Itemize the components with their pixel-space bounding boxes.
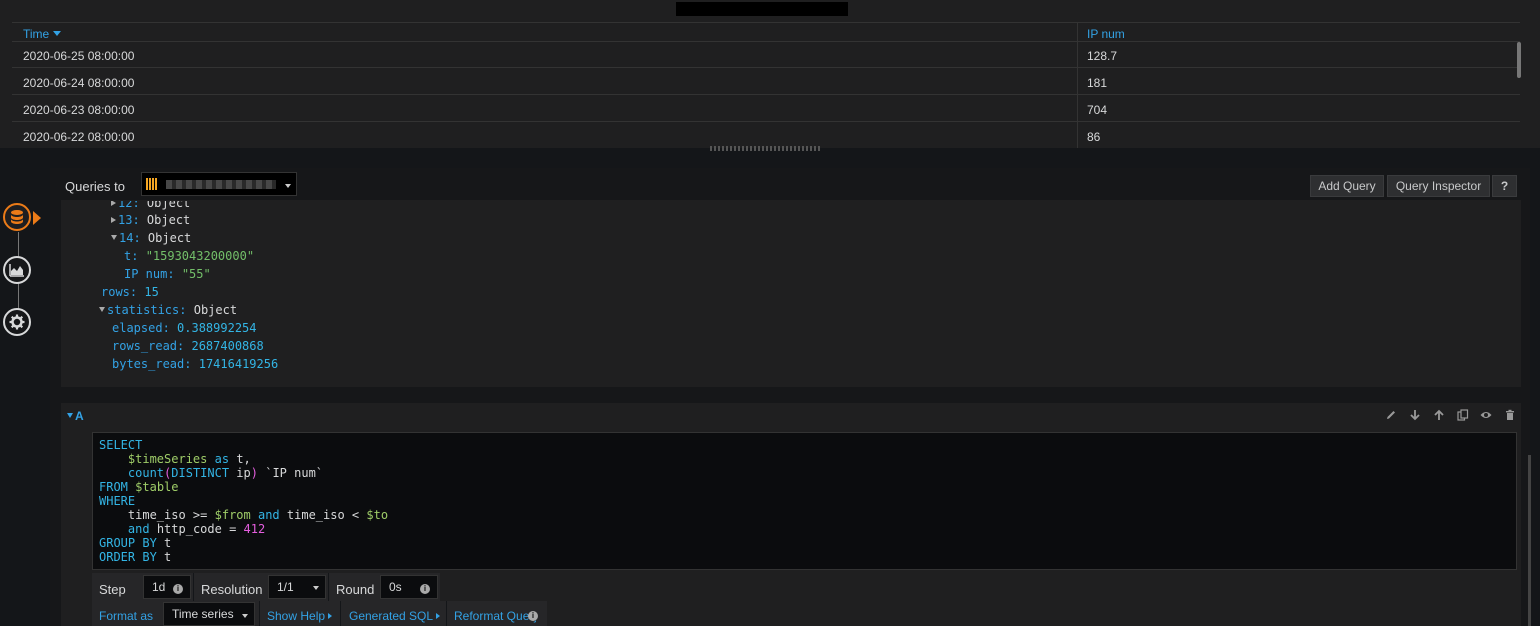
nav-visualization[interactable] bbox=[3, 256, 31, 284]
json-node[interactable]: 14: Object bbox=[111, 231, 191, 245]
json-leaf: rows_read: 2687400868 bbox=[112, 339, 264, 353]
query-ref-id: A bbox=[75, 409, 84, 423]
arrow-down-icon[interactable] bbox=[1409, 409, 1421, 421]
generated-sql-button[interactable]: Generated SQL bbox=[349, 609, 441, 623]
nav-general[interactable] bbox=[3, 308, 31, 336]
divider bbox=[259, 601, 260, 626]
table-scrollbar[interactable] bbox=[1517, 42, 1521, 78]
help-button[interactable]: ? bbox=[1492, 175, 1517, 197]
add-query-button[interactable]: Add Query bbox=[1310, 175, 1384, 197]
queries-to-label: Queries to bbox=[65, 179, 125, 194]
sql-code-editor[interactable] bbox=[92, 432, 1517, 570]
pencil-icon[interactable] bbox=[1385, 409, 1397, 421]
column-header-time-label: Time bbox=[23, 27, 50, 41]
code-line: GROUP BY t bbox=[99, 536, 172, 550]
generated-sql-label: Generated SQL bbox=[349, 609, 434, 623]
gear-icon bbox=[9, 314, 25, 330]
table-header: Time IP num bbox=[12, 22, 1520, 42]
divider bbox=[340, 601, 341, 626]
active-indicator bbox=[33, 211, 41, 225]
chevron-down-icon bbox=[242, 614, 248, 618]
cell-time: 2020-06-25 08:00:00 bbox=[23, 49, 135, 63]
chevron-down-icon bbox=[111, 235, 117, 240]
json-leaf: IP num: "55" bbox=[124, 267, 211, 281]
cell-ip-num: 86 bbox=[1087, 130, 1101, 144]
arrow-up-icon[interactable] bbox=[1433, 409, 1445, 421]
caret-right-icon bbox=[328, 613, 333, 619]
divider bbox=[328, 573, 329, 601]
code-line: and http_code = 412 bbox=[127, 522, 266, 536]
editor-scrollbar[interactable] bbox=[1528, 455, 1531, 626]
cell-time: 2020-06-23 08:00:00 bbox=[23, 103, 135, 117]
nav-queries[interactable] bbox=[3, 203, 31, 231]
reformat-query-button[interactable]: Reformat Query bbox=[454, 609, 536, 623]
table-row: 2020-06-25 08:00:00 128.7 bbox=[12, 41, 1520, 68]
cell-ip-num: 128.7 bbox=[1087, 49, 1118, 63]
table-row: 2020-06-22 08:00:00 86 bbox=[12, 122, 1520, 148]
query-inspector-json bbox=[61, 200, 1521, 387]
code-line: time_iso >= $from and time_iso < $to bbox=[127, 508, 389, 522]
info-icon[interactable]: i bbox=[528, 611, 538, 621]
format-as-label: Format as bbox=[99, 609, 154, 623]
step-label: Step bbox=[99, 582, 126, 597]
json-node[interactable]: 13: Object bbox=[111, 213, 190, 227]
json-leaf: t: "1593043200000" bbox=[124, 249, 255, 263]
show-help-button[interactable]: Show Help bbox=[267, 609, 333, 623]
trash-icon[interactable] bbox=[1504, 409, 1516, 421]
code-line: count(DISTINCT ip) `IP num` bbox=[127, 466, 324, 480]
info-icon[interactable]: i bbox=[420, 584, 430, 594]
cell-time: 2020-06-24 08:00:00 bbox=[23, 76, 135, 90]
chevron-right-icon bbox=[111, 217, 116, 223]
sort-desc-icon bbox=[53, 31, 62, 36]
code-line: SELECT bbox=[99, 438, 143, 452]
chevron-down-icon bbox=[285, 184, 291, 188]
json-leaf: elapsed: 0.388992254 bbox=[112, 321, 257, 335]
copy-icon[interactable] bbox=[1457, 409, 1469, 421]
chevron-down-icon bbox=[67, 413, 73, 418]
code-line: WHERE bbox=[99, 494, 136, 508]
column-header-ip-num[interactable]: IP num bbox=[1087, 27, 1125, 41]
panel-title-redacted bbox=[676, 2, 848, 16]
round-label: Round bbox=[336, 582, 375, 597]
eye-icon[interactable] bbox=[1480, 409, 1492, 421]
resolution-label: Resolution bbox=[201, 582, 263, 597]
cell-ip-num: 181 bbox=[1087, 76, 1108, 90]
area-chart-icon bbox=[9, 264, 24, 277]
table-row: 2020-06-23 08:00:00 704 bbox=[12, 95, 1520, 122]
datasource-icon bbox=[146, 178, 160, 190]
step-input[interactable]: 1d bbox=[143, 575, 191, 599]
caret-right-icon bbox=[436, 613, 441, 619]
code-line: FROM $table bbox=[99, 480, 179, 494]
info-icon[interactable]: i bbox=[173, 584, 183, 594]
code-line: $timeSeries as t, bbox=[127, 452, 251, 466]
table-row: 2020-06-24 08:00:00 181 bbox=[12, 68, 1520, 95]
json-leaf: bytes_read: 17416419256 bbox=[112, 357, 279, 371]
json-leaf: rows: 15 bbox=[101, 285, 159, 299]
chevron-down-icon bbox=[99, 307, 105, 312]
column-header-time[interactable]: Time bbox=[23, 27, 62, 41]
json-node[interactable]: statistics: Object bbox=[99, 303, 237, 317]
database-icon bbox=[11, 210, 23, 224]
column-divider bbox=[1077, 22, 1078, 148]
query-row-toggle[interactable]: A bbox=[67, 409, 84, 423]
show-help-label: Show Help bbox=[267, 609, 326, 623]
cell-ip-num: 704 bbox=[1087, 103, 1108, 117]
chevron-down-icon bbox=[313, 586, 319, 590]
query-inspector-button[interactable]: Query Inspector bbox=[1387, 175, 1490, 197]
panel-resize-handle[interactable] bbox=[710, 146, 822, 151]
code-line: ORDER BY t bbox=[99, 550, 172, 564]
divider bbox=[446, 601, 447, 626]
datasource-name-redacted bbox=[166, 180, 276, 189]
cell-time: 2020-06-22 08:00:00 bbox=[23, 130, 135, 144]
divider bbox=[193, 573, 194, 601]
